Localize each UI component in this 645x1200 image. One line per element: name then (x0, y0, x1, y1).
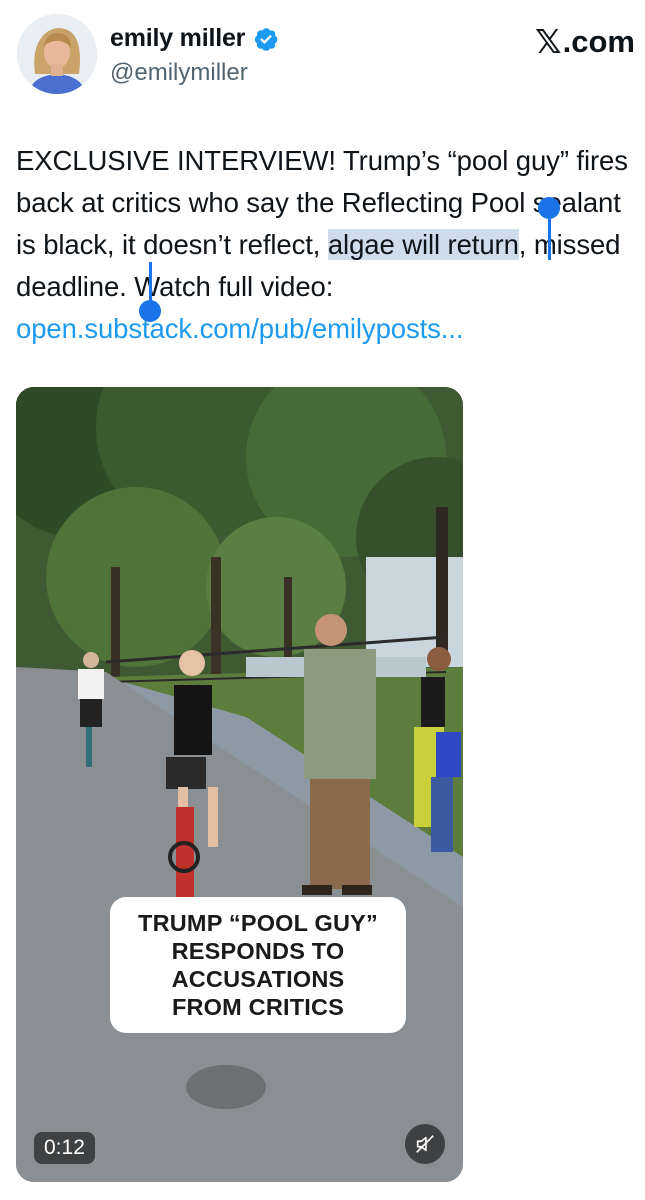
mute-button[interactable] (405, 1124, 445, 1164)
author-handle[interactable]: @emilymiller (110, 59, 279, 87)
video-duration: 0:12 (34, 1132, 95, 1164)
author-block: emily miller @emilymiller (110, 24, 279, 87)
video-caption: TRUMP “POOL GUY” RESPONDS TO ACCUSATIONS… (110, 897, 406, 1033)
verified-badge-icon (253, 26, 279, 52)
author-avatar[interactable] (17, 14, 97, 94)
post-link[interactable]: open.substack.com/pub/emilyposts... (16, 313, 464, 344)
caption-line-4: FROM CRITICS (171, 994, 345, 1020)
avatar-image (17, 14, 97, 94)
x-logo-icon: 𝕏 (535, 23, 562, 60)
selected-text-1[interactable]: algae (327, 229, 395, 260)
caption-line-1: TRUMP “POOL GUY” (138, 910, 378, 936)
selection-start-handle[interactable] (538, 197, 560, 219)
caption-line-2: RESPONDS TO (171, 938, 345, 964)
video-frame-image (16, 387, 463, 1182)
author-name[interactable]: emily miller (110, 24, 245, 53)
selected-text-2[interactable]: will return (402, 229, 519, 260)
source-logo: 𝕏 .com (535, 22, 635, 61)
source-label: .com (562, 23, 635, 59)
speaker-muted-icon (416, 1135, 434, 1153)
selection-end-handle[interactable] (139, 300, 161, 322)
video-player[interactable]: TRUMP “POOL GUY” RESPONDS TO ACCUSATIONS… (16, 387, 463, 1182)
caption-line-3: ACCUSATIONS (171, 966, 345, 992)
